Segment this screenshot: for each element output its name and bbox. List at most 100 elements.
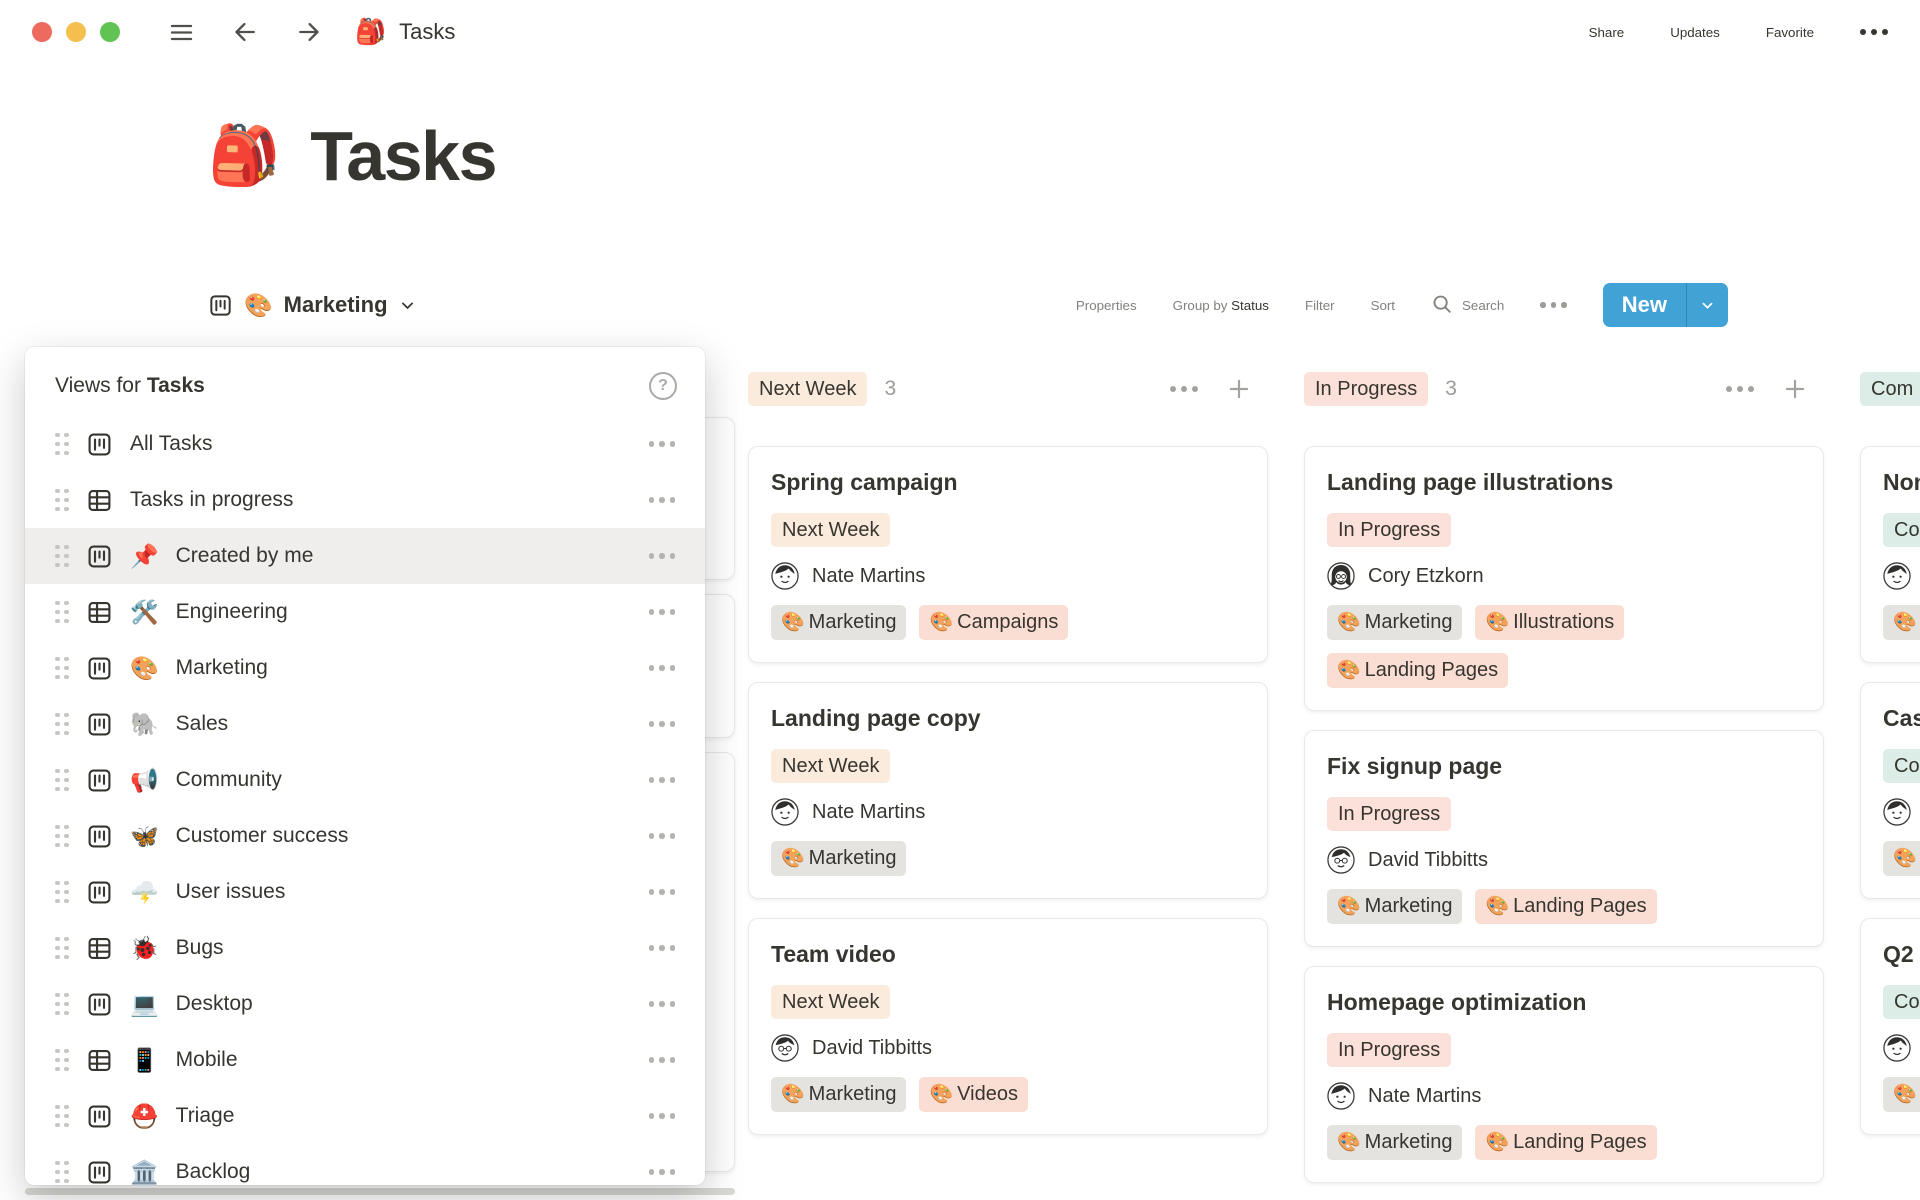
view-item-more-icon[interactable]	[649, 721, 676, 727]
search-button[interactable]: Search	[1431, 293, 1504, 318]
updates-button[interactable]: Updates	[1670, 25, 1720, 40]
drag-handle-icon[interactable]	[55, 881, 69, 904]
drag-handle-icon[interactable]	[55, 489, 69, 512]
assignee-name: David Tibbitts	[812, 1037, 932, 1060]
task-card[interactable]: Landing page copy Next Week Nate Martins…	[748, 682, 1268, 899]
view-list-item-bugs[interactable]: 🐞 Bugs	[25, 920, 705, 976]
task-card[interactable]: Landing page illustrations In Progress C…	[1304, 446, 1824, 711]
view-item-more-icon[interactable]	[649, 945, 676, 951]
task-card[interactable]: Q2 r Con B 🎨 M	[1860, 918, 1920, 1135]
table-view-icon	[86, 599, 113, 626]
view-options-icon[interactable]	[1540, 302, 1567, 308]
drag-handle-icon[interactable]	[55, 993, 69, 1016]
properties-button[interactable]: Properties	[1076, 298, 1137, 313]
forward-arrow-icon[interactable]	[291, 14, 327, 50]
tag-label: Videos	[957, 1083, 1018, 1106]
drag-handle-icon[interactable]	[55, 825, 69, 848]
help-icon[interactable]: ?	[649, 372, 677, 400]
view-list-item-engineering[interactable]: 🛠️ Engineering	[25, 584, 705, 640]
view-item-more-icon[interactable]	[649, 497, 676, 503]
sort-button[interactable]: Sort	[1371, 298, 1395, 313]
view-list-item-customer-success[interactable]: 🦋 Customer success	[25, 808, 705, 864]
minimize-window-button[interactable]	[66, 22, 86, 42]
close-window-button[interactable]	[32, 22, 52, 42]
tag: 🎨 M	[1883, 1077, 1920, 1112]
task-card[interactable]: Homepage optimization In Progress Nate M…	[1304, 966, 1824, 1183]
view-list-item-marketing[interactable]: 🎨 Marketing	[25, 640, 705, 696]
avatar	[1327, 846, 1355, 874]
tag-label: Marketing	[1365, 1131, 1453, 1154]
view-item-more-icon[interactable]	[649, 441, 676, 447]
board-column: Next Week 3 Spring campaign Next Week Na…	[748, 372, 1268, 1135]
favorite-button[interactable]: Favorite	[1766, 25, 1814, 40]
task-card[interactable]: Cas Con N 🎨 M	[1860, 682, 1920, 899]
drag-handle-icon[interactable]	[55, 601, 69, 624]
view-list-item-backlog[interactable]: 🏛️ Backlog	[25, 1144, 705, 1185]
view-item-more-icon[interactable]	[649, 1169, 676, 1175]
board-horizontal-scrollbar[interactable]	[25, 1188, 735, 1195]
view-item-more-icon[interactable]	[649, 609, 676, 615]
task-card[interactable]: Team video Next Week David Tibbitts 🎨 Ma…	[748, 918, 1268, 1135]
task-card[interactable]: Fix signup page In Progress David Tibbit…	[1304, 730, 1824, 947]
view-item-more-icon[interactable]	[649, 1113, 676, 1119]
view-item-more-icon[interactable]	[649, 1001, 676, 1007]
drag-handle-icon[interactable]	[55, 657, 69, 680]
column-status-badge[interactable]: In Progress	[1304, 372, 1428, 406]
search-icon	[1431, 293, 1453, 318]
more-icon[interactable]	[1860, 29, 1888, 35]
view-list-item-user-issues[interactable]: 🌩️ User issues	[25, 864, 705, 920]
elephant-icon: 🐘	[130, 713, 159, 736]
breadcrumb[interactable]: 🎒 Tasks	[355, 19, 455, 45]
drag-handle-icon[interactable]	[55, 769, 69, 792]
drag-handle-icon[interactable]	[55, 545, 69, 568]
view-list-item-sales[interactable]: 🐘 Sales	[25, 696, 705, 752]
view-list-item-triage[interactable]: ⛑️ Triage	[25, 1088, 705, 1144]
card-title: Fix signup page	[1327, 753, 1801, 780]
drag-handle-icon[interactable]	[55, 433, 69, 456]
task-card[interactable]: Spring campaign Next Week Nate Martins 🎨…	[748, 446, 1268, 663]
column-more-icon[interactable]	[1170, 386, 1198, 392]
view-list-item-community[interactable]: 📢 Community	[25, 752, 705, 808]
column-count: 3	[1445, 377, 1457, 401]
sidebar-menu-icon[interactable]	[164, 15, 199, 50]
drag-handle-icon[interactable]	[55, 1049, 69, 1072]
back-arrow-icon[interactable]	[227, 14, 263, 50]
drag-handle-icon[interactable]	[55, 937, 69, 960]
share-button[interactable]: Share	[1589, 25, 1625, 40]
column-more-icon[interactable]	[1726, 386, 1754, 392]
view-item-more-icon[interactable]	[649, 553, 676, 559]
view-list-item-desktop[interactable]: 💻 Desktop	[25, 976, 705, 1032]
view-list-item-created-by-me[interactable]: 📌 Created by me	[25, 528, 705, 584]
view-item-more-icon[interactable]	[649, 777, 676, 783]
view-switcher[interactable]: 🎨 Marketing	[208, 292, 416, 318]
add-card-icon[interactable]	[1778, 372, 1812, 406]
tag: 🎨 M	[1883, 841, 1920, 876]
new-button[interactable]: New	[1603, 283, 1728, 327]
add-card-icon[interactable]	[1222, 372, 1256, 406]
view-item-more-icon[interactable]	[649, 889, 676, 895]
backpack-icon[interactable]: 🎒	[208, 127, 280, 185]
card-status-badge: In Progress	[1327, 1033, 1451, 1067]
view-list-item-mobile[interactable]: 📱 Mobile	[25, 1032, 705, 1088]
column-status-badge[interactable]: Next Week	[748, 372, 867, 406]
group-by-button[interactable]: Group by Status	[1173, 298, 1269, 313]
view-list-item-tasks-in-progress[interactable]: Tasks in progress	[25, 472, 705, 528]
view-item-more-icon[interactable]	[649, 833, 676, 839]
tag: 🎨 Landing Pages	[1475, 889, 1656, 924]
zoom-window-button[interactable]	[100, 22, 120, 42]
view-item-more-icon[interactable]	[649, 665, 676, 671]
view-item-label: All Tasks	[130, 432, 212, 456]
column-status-badge[interactable]: Com	[1860, 372, 1920, 406]
filter-button[interactable]: Filter	[1305, 298, 1335, 313]
task-card[interactable]: Non Con C 🎨 M	[1860, 446, 1920, 663]
drag-handle-icon[interactable]	[55, 1105, 69, 1128]
card-status-badge: In Progress	[1327, 797, 1451, 831]
view-list-item-all-tasks[interactable]: All Tasks	[25, 416, 705, 472]
view-item-label: Desktop	[176, 992, 253, 1016]
card-title: Spring campaign	[771, 469, 1245, 496]
drag-handle-icon[interactable]	[55, 1161, 69, 1184]
drag-handle-icon[interactable]	[55, 713, 69, 736]
new-dropdown-chevron-icon[interactable]	[1687, 298, 1728, 313]
tag-label: Landing Pages	[1365, 659, 1498, 682]
view-item-more-icon[interactable]	[649, 1057, 676, 1063]
